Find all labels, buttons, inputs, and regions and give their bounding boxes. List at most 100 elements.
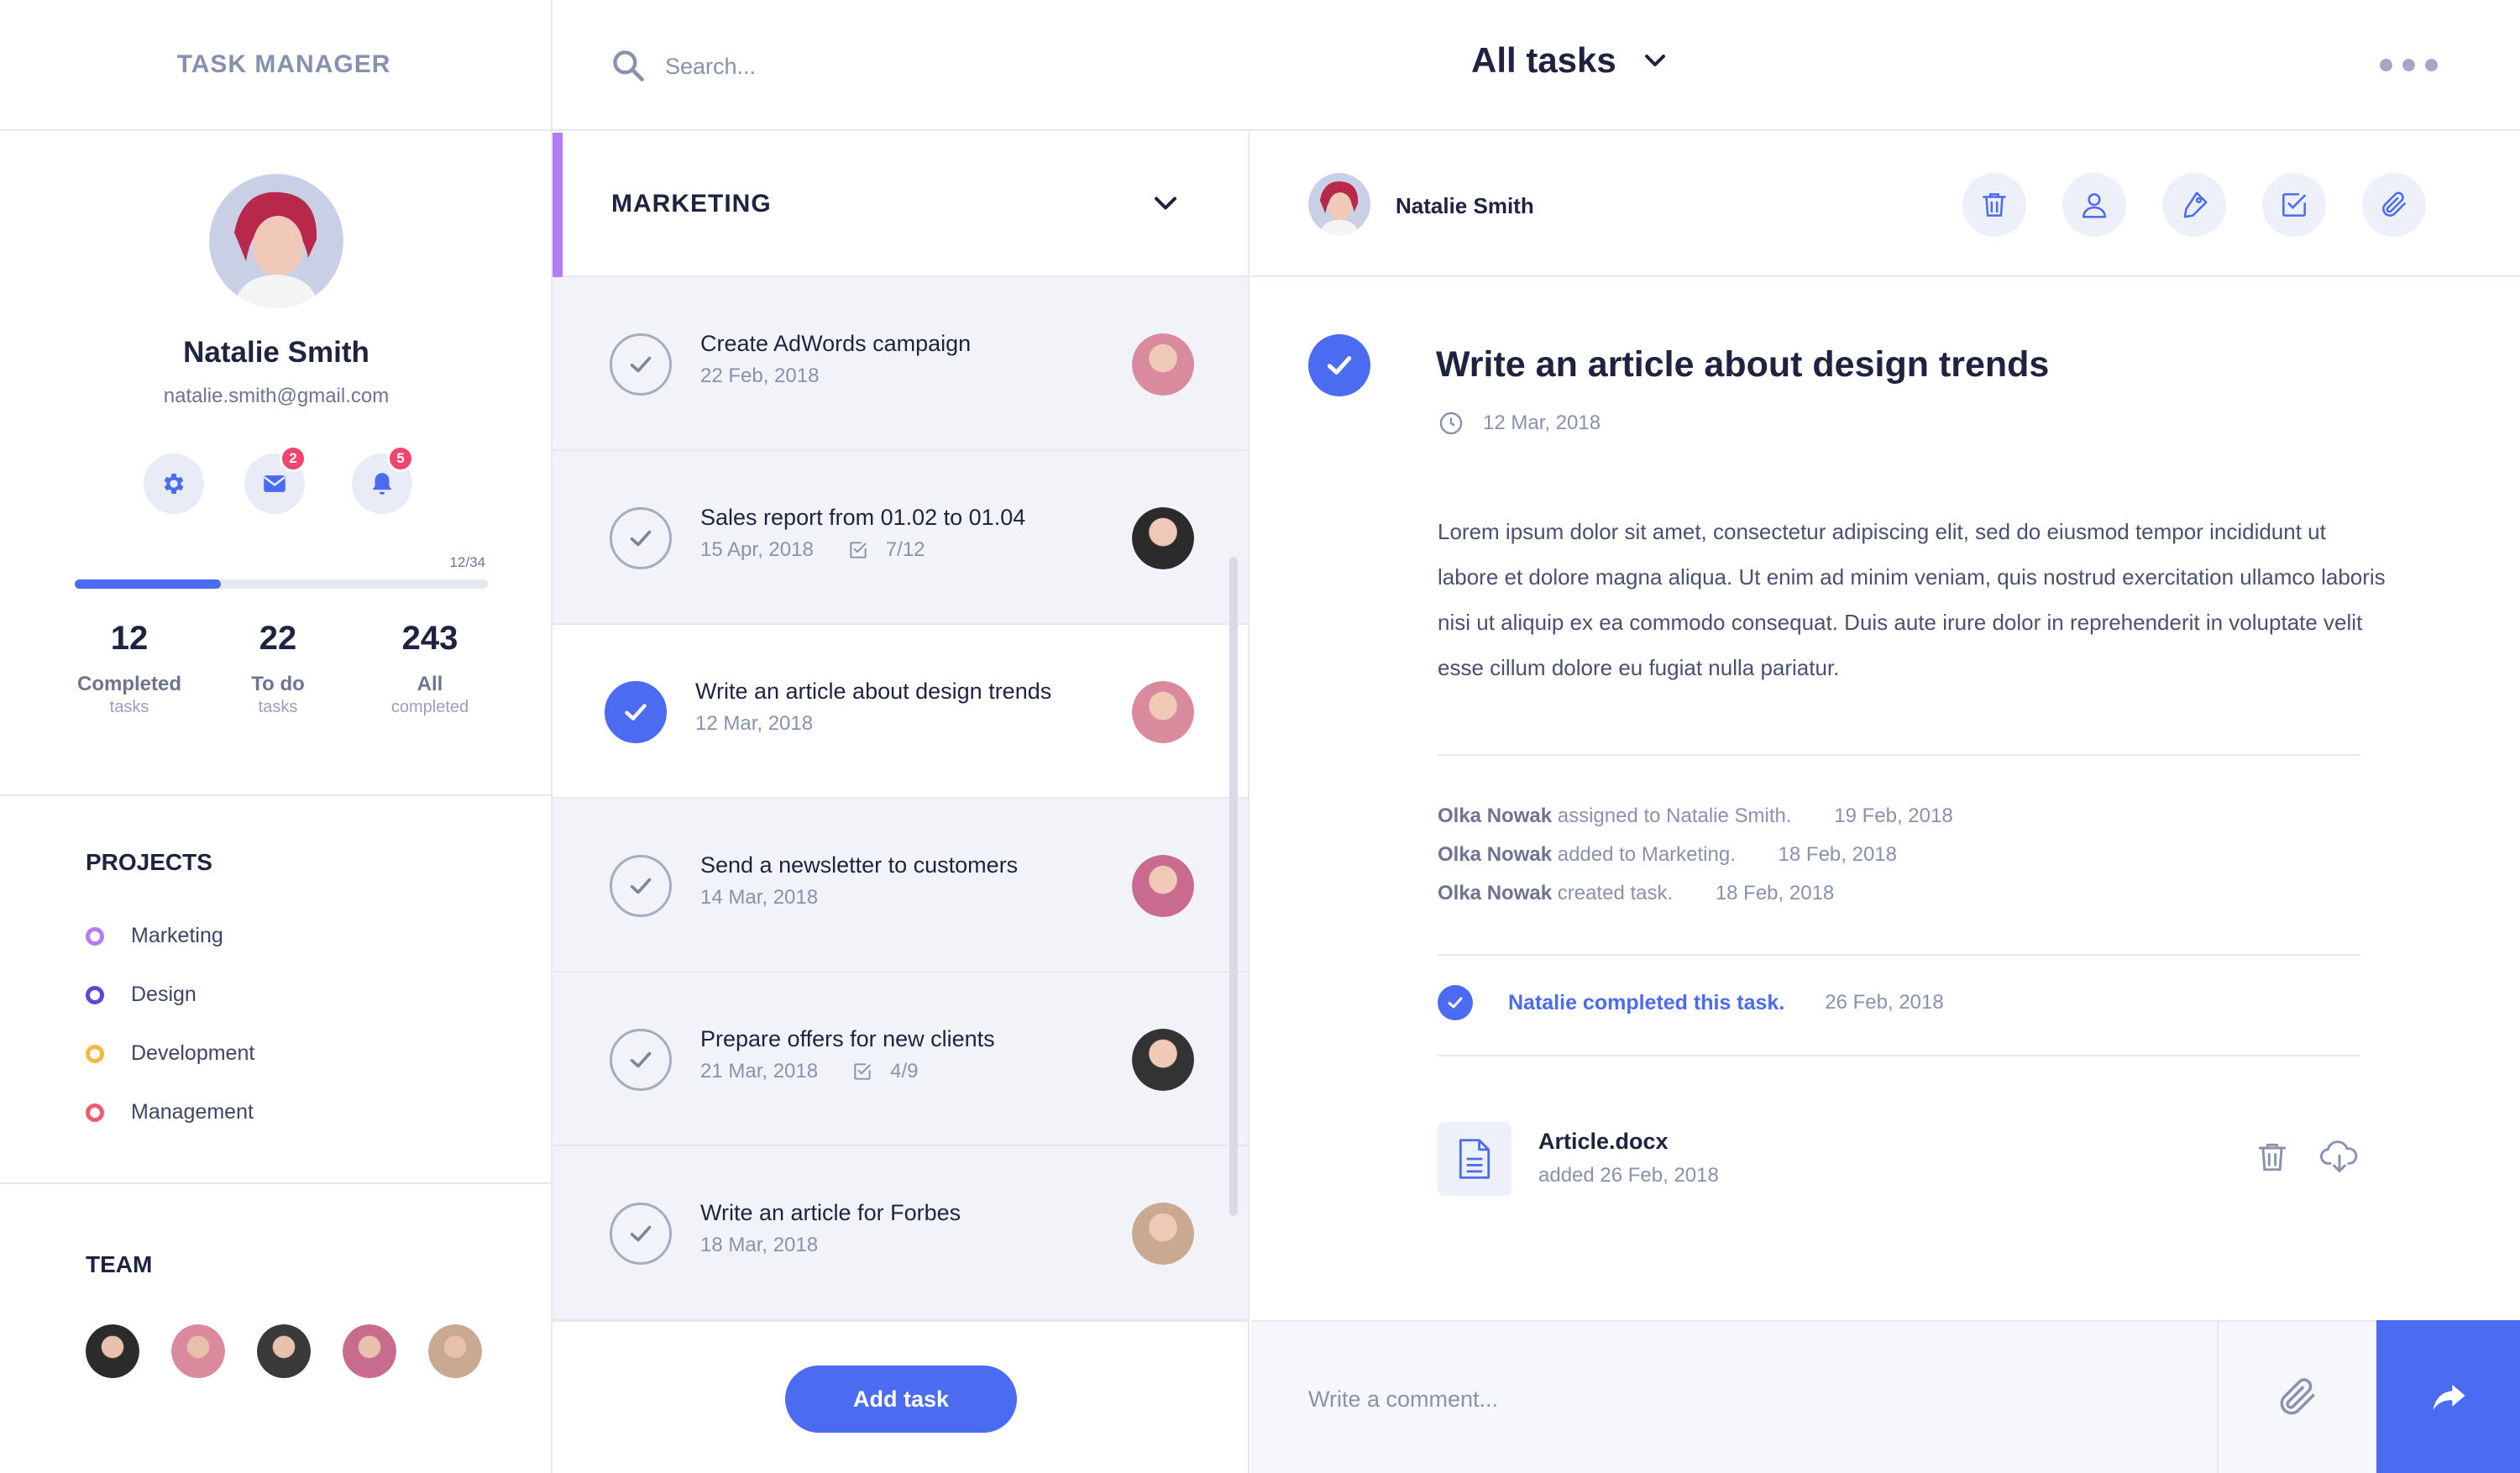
task-checkbox[interactable]: [610, 507, 672, 569]
task-subtasks: 7/12: [847, 538, 925, 562]
task-meta: 22 Feb, 2018: [700, 364, 819, 388]
share-arrow-icon: [2433, 1384, 2465, 1411]
completion-entry: Natalie completed this task. 26 Feb, 201…: [1438, 985, 1944, 1020]
mail-icon: [264, 475, 286, 492]
team-avatar[interactable]: [86, 1324, 139, 1378]
avatar-fill: [343, 1324, 396, 1378]
task-row[interactable]: Sales report from 01.02 to 01.04 15 Apr, …: [553, 451, 1248, 625]
task-checkbox[interactable]: [605, 681, 667, 743]
stat-sublabel: completed: [390, 698, 469, 716]
check-icon: [630, 1051, 652, 1068]
task-description: Lorem ipsum dolor sit amet, consectetur …: [1438, 519, 2386, 680]
stat-label: All: [417, 673, 443, 695]
task-title: Create AdWords campaign: [700, 331, 972, 356]
project-color-dot: [86, 1103, 104, 1122]
project-header[interactable]: MARKETING: [553, 133, 1248, 277]
stat-sublabel: tasks: [258, 698, 298, 716]
task-row[interactable]: Send a newsletter to customers 14 Mar, 20…: [553, 799, 1248, 972]
task-row[interactable]: Write an article for Forbes 18 Mar, 2018: [553, 1146, 1248, 1320]
project-item-marketing[interactable]: Marketing: [86, 924, 223, 948]
more-options-icon[interactable]: [2380, 59, 2438, 71]
task-row[interactable]: Create AdWords campaign 22 Feb, 2018: [553, 277, 1248, 451]
task-date: 22 Feb, 2018: [700, 364, 820, 387]
task-checkbox[interactable]: [610, 333, 672, 396]
view-selector[interactable]: All tasks: [1471, 40, 1672, 81]
team-avatar[interactable]: [171, 1324, 225, 1378]
paperclip-icon: [2382, 191, 2406, 217]
notifications-button[interactable]: 5: [352, 445, 414, 514]
settings-button[interactable]: [144, 453, 204, 514]
file-name[interactable]: Article.docx: [1538, 1129, 1669, 1155]
task-meta: 21 Mar, 2018 4/9: [700, 1060, 918, 1083]
project-item-management[interactable]: Management: [86, 1100, 254, 1124]
trash-icon[interactable]: [2254, 1139, 2291, 1176]
task-row[interactable]: Write an article about design trends 12 M…: [553, 625, 1248, 799]
view-label: All tasks: [1471, 40, 1616, 80]
attach-file-button[interactable]: [2217, 1322, 2376, 1473]
task-title: Send a newsletter to customers: [700, 852, 1019, 878]
attach-button[interactable]: [2362, 173, 2426, 237]
trash-icon: [1983, 193, 2006, 217]
tag-button[interactable]: [2162, 173, 2226, 237]
task-meta: 12 Mar, 2018: [695, 712, 813, 736]
app-title: TASK MANAGER: [176, 50, 391, 78]
chevron-down-icon[interactable]: [1147, 185, 1184, 222]
delete-task-button[interactable]: [1962, 173, 2026, 237]
tag-icon: [2183, 191, 2208, 218]
checkbox-icon: [2282, 193, 2306, 217]
scrollbar[interactable]: [1229, 557, 1238, 1216]
send-comment-button[interactable]: [2376, 1320, 2520, 1473]
activity-entry: Olka Nowak added to Marketing. 18 Feb, 2…: [1438, 843, 1897, 867]
task-date-text: 12 Mar, 2018: [1483, 411, 1601, 434]
comment-input[interactable]: [1308, 1374, 2148, 1424]
task-title: Sales report from 01.02 to 01.04: [700, 505, 1026, 530]
stat-value: 243: [401, 620, 458, 657]
progress-label: 12/34: [449, 554, 485, 570]
stat-value: 22: [259, 620, 297, 657]
task-assignee-avatar[interactable]: [1132, 333, 1194, 396]
projects-title: PROJECTS: [86, 849, 212, 875]
avatar-fill: [428, 1324, 482, 1378]
task-date: 12 Mar, 2018: [695, 712, 814, 735]
divider: [1438, 754, 2360, 756]
activity-date: 19 Feb, 2018: [1834, 805, 1953, 827]
team-avatar[interactable]: [428, 1324, 482, 1378]
search-input[interactable]: [665, 45, 1085, 87]
team-avatar[interactable]: [343, 1324, 396, 1378]
checklist-button[interactable]: [2262, 173, 2326, 237]
task-assignee-avatar[interactable]: [1132, 1203, 1194, 1265]
task-row[interactable]: Prepare offers for new clients 21 Mar, 20…: [553, 972, 1248, 1146]
task-checkbox[interactable]: [610, 855, 672, 917]
stat-sublabel: tasks: [109, 698, 149, 716]
team-avatar[interactable]: [257, 1324, 311, 1378]
profile-avatar[interactable]: [209, 174, 343, 308]
divider: [0, 794, 551, 796]
project-label: Marketing: [131, 924, 223, 947]
assignee-avatar[interactable]: [1308, 173, 1370, 235]
assign-user-button[interactable]: [2062, 173, 2126, 237]
task-assignee-avatar[interactable]: [1132, 855, 1194, 917]
task-assignee-avatar[interactable]: [1132, 681, 1194, 743]
task-checkbox[interactable]: [610, 1203, 672, 1265]
project-item-design[interactable]: Design: [86, 983, 196, 1007]
assignee-name: Natalie Smith: [1396, 193, 1534, 218]
activity-action: added to Marketing.: [1557, 843, 1736, 866]
messages-button[interactable]: 2: [244, 445, 306, 514]
check-icon: [630, 1225, 652, 1242]
check-icon: [1438, 985, 1473, 1020]
task-complete-toggle[interactable]: [1308, 334, 1370, 396]
project-item-development[interactable]: Development: [86, 1041, 254, 1066]
task-subtasks: 4/9: [851, 1060, 918, 1083]
task-assignee-avatar[interactable]: [1132, 507, 1194, 569]
project-label: Design: [131, 983, 196, 1006]
add-task-button[interactable]: Add task: [785, 1366, 1017, 1433]
activity-date: 18 Feb, 2018: [1778, 843, 1897, 866]
avatar-fill: [1132, 1203, 1194, 1265]
comment-bar: [1251, 1320, 2520, 1473]
task-checkbox[interactable]: [610, 1029, 672, 1091]
task-assignee-avatar[interactable]: [1132, 1029, 1194, 1091]
document-icon[interactable]: [1438, 1122, 1511, 1196]
project-color-dot: [86, 985, 104, 1004]
task-meta: 14 Mar, 2018: [700, 886, 818, 909]
cloud-download-icon[interactable]: [2319, 1139, 2360, 1176]
